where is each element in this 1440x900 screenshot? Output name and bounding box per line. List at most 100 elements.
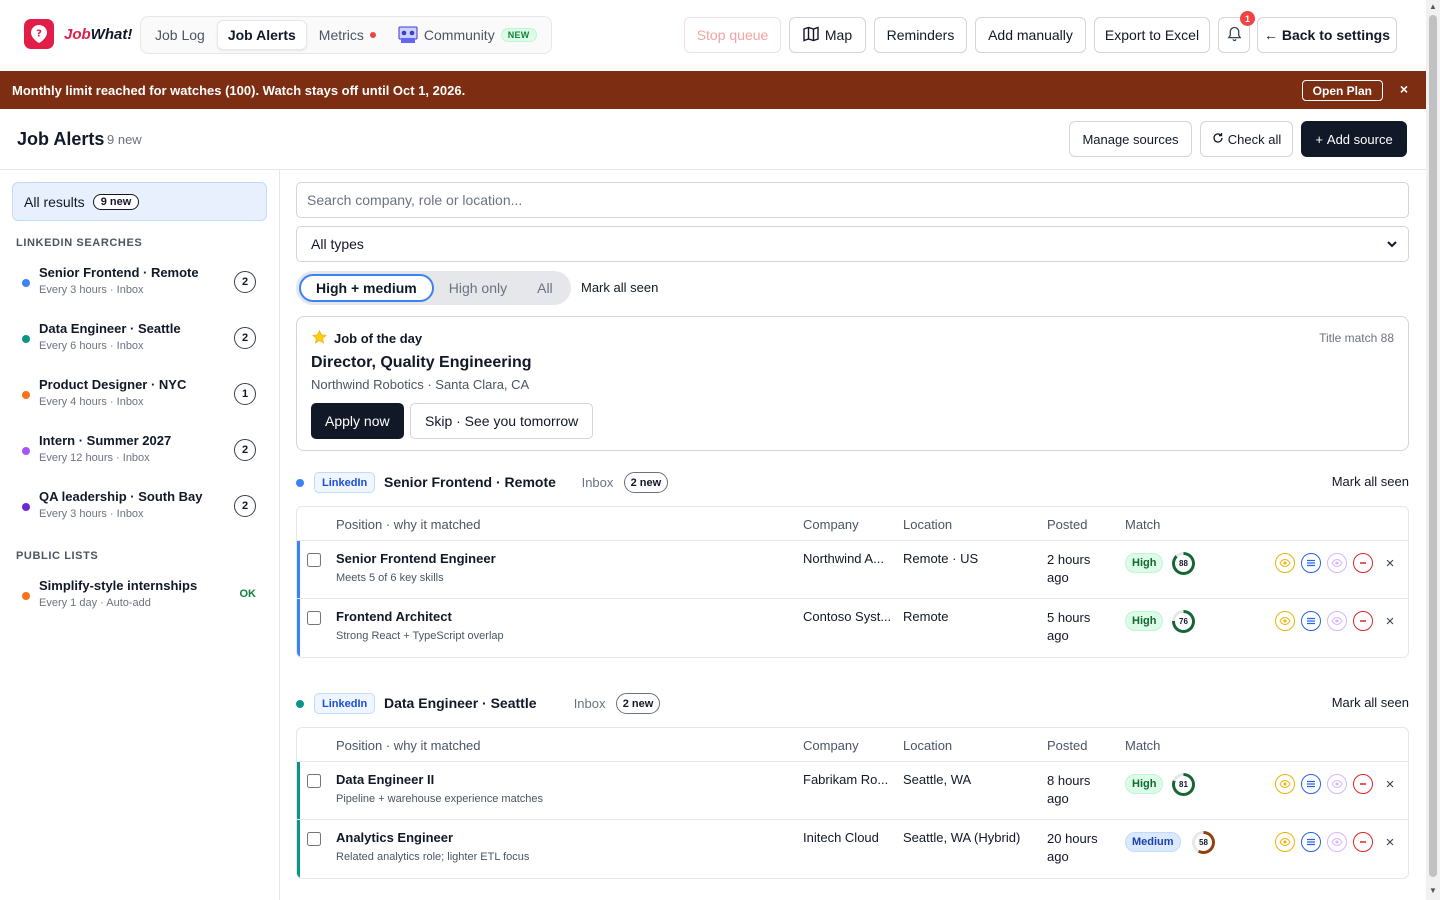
- search-input[interactable]: [296, 182, 1409, 218]
- sidebar-source-item[interactable]: Data Engineer · Seattle Every 6 hours · I…: [16, 321, 264, 365]
- refresh-icon: [1212, 132, 1224, 147]
- row-actions: ×: [1275, 553, 1397, 573]
- close-icon[interactable]: ×: [1383, 555, 1397, 572]
- close-icon[interactable]: ×: [1383, 613, 1397, 630]
- row-accent: [297, 541, 300, 598]
- hide-icon[interactable]: [1327, 774, 1347, 794]
- hide-icon[interactable]: [1327, 553, 1347, 573]
- source-new-count: 1: [234, 383, 256, 405]
- tab-job-log[interactable]: Job Log: [145, 20, 215, 50]
- limit-banner: Monthly limit reached for watches (100).…: [0, 71, 1426, 109]
- job-title[interactable]: Senior Frontend Engineer: [336, 551, 496, 566]
- source-color-dot: [22, 447, 30, 455]
- row-checkbox[interactable]: [307, 832, 321, 846]
- source-schedule: Every 4 hours · Inbox: [39, 396, 144, 408]
- group-mark-all-seen-button[interactable]: Mark all seen: [1332, 474, 1409, 489]
- logo-text: JobWhat!: [64, 25, 133, 43]
- job-title[interactable]: Frontend Architect: [336, 609, 452, 624]
- hide-icon[interactable]: [1327, 611, 1347, 631]
- mark-all-seen-button[interactable]: Mark all seen: [581, 280, 658, 295]
- match-level-badge: High: [1125, 774, 1164, 794]
- all-results-item[interactable]: All results 9 new: [12, 182, 267, 221]
- details-list-icon[interactable]: [1301, 774, 1321, 794]
- table-row[interactable]: Analytics Engineer Related analytics role…: [297, 820, 1408, 878]
- group-new-badge: 2 new: [623, 472, 669, 493]
- group-color-dot: [296, 479, 304, 487]
- reminders-button[interactable]: Reminders: [874, 17, 967, 53]
- view-icon[interactable]: [1275, 774, 1295, 794]
- stop-queue-button[interactable]: Stop queue: [684, 17, 781, 53]
- job-title[interactable]: Analytics Engineer: [336, 830, 453, 845]
- details-list-icon[interactable]: [1301, 611, 1321, 631]
- source-name: Product Designer · NYC: [39, 377, 187, 392]
- col-company: Company: [803, 738, 859, 753]
- page-scrollbar[interactable]: ▲ ▼: [1426, 0, 1440, 900]
- tab-job-alerts[interactable]: Job Alerts: [216, 20, 307, 50]
- banner-message: Monthly limit reached for watches (100).…: [12, 82, 466, 98]
- row-accent: [297, 599, 300, 657]
- match-score: 76: [1175, 613, 1192, 630]
- row-checkbox[interactable]: [307, 553, 321, 567]
- posted-time: 2 hours ago: [1047, 552, 1091, 585]
- segment-high-medium[interactable]: High + medium: [299, 274, 434, 302]
- view-icon[interactable]: [1275, 553, 1295, 573]
- view-icon[interactable]: [1275, 611, 1295, 631]
- add-source-button[interactable]: + Add source: [1301, 121, 1407, 157]
- community-new-badge: NEW: [500, 28, 537, 42]
- source-new-count: 2: [234, 327, 256, 349]
- sidebar-source-item[interactable]: Senior Frontend · Remote Every 3 hours · …: [16, 265, 264, 309]
- banner-close-icon[interactable]: ×: [1400, 81, 1408, 97]
- row-actions: ×: [1275, 832, 1397, 852]
- col-company: Company: [803, 517, 859, 532]
- dismiss-icon[interactable]: [1353, 611, 1373, 631]
- tab-metrics[interactable]: Metrics: [309, 20, 386, 50]
- col-position: Position · why it matched: [336, 517, 481, 532]
- apply-now-button[interactable]: Apply now: [311, 403, 404, 439]
- group-mark-all-seen-button[interactable]: Mark all seen: [1332, 695, 1409, 710]
- dismiss-icon[interactable]: [1353, 553, 1373, 573]
- view-icon[interactable]: [1275, 832, 1295, 852]
- results-table: Position · why it matched Company Location…: [296, 506, 1409, 658]
- back-to-settings-button[interactable]: ← Back to settings: [1257, 17, 1397, 53]
- row-checkbox[interactable]: [307, 774, 321, 788]
- close-icon[interactable]: ×: [1383, 776, 1397, 793]
- scroll-down-arrow-icon[interactable]: ▼: [1429, 886, 1437, 895]
- table-row[interactable]: Senior Frontend Engineer Meets 5 of 6 key…: [297, 541, 1408, 599]
- map-button[interactable]: Map: [789, 17, 866, 53]
- manage-sources-button[interactable]: Manage sources: [1069, 121, 1192, 157]
- job-location: Seattle, WA (Hybrid): [903, 830, 1021, 845]
- details-list-icon[interactable]: [1301, 832, 1321, 852]
- type-select[interactable]: All types: [296, 226, 1409, 262]
- match-filter-segmented: High + medium High only All: [296, 271, 571, 305]
- hide-icon[interactable]: [1327, 832, 1347, 852]
- row-actions: ×: [1275, 611, 1397, 631]
- source-name: QA leadership · South Bay: [39, 489, 203, 504]
- segment-all[interactable]: All: [522, 274, 568, 302]
- table-row[interactable]: Data Engineer II Pipeline + warehouse exp…: [297, 762, 1408, 820]
- segment-high-only[interactable]: High only: [434, 274, 522, 302]
- row-checkbox[interactable]: [307, 611, 321, 625]
- open-plan-button[interactable]: Open Plan: [1301, 80, 1383, 101]
- scrollbar-thumb[interactable]: [1429, 15, 1437, 877]
- sidebar-public-list-item[interactable]: Simplify-style internships Every 1 day · …: [16, 578, 264, 622]
- notifications-button[interactable]: 1: [1218, 11, 1255, 53]
- job-title[interactable]: Data Engineer II: [336, 772, 434, 787]
- details-list-icon[interactable]: [1301, 553, 1321, 573]
- skip-button[interactable]: Skip · See you tomorrow: [410, 403, 594, 439]
- match-score: 58: [1195, 834, 1212, 851]
- app-logo[interactable]: ? JobWhat!: [24, 19, 132, 49]
- tab-community[interactable]: Community NEW: [388, 20, 547, 50]
- add-manually-button[interactable]: Add manually: [975, 17, 1086, 53]
- dismiss-icon[interactable]: [1353, 774, 1373, 794]
- table-row[interactable]: Frontend Architect Strong React + TypeScr…: [297, 599, 1408, 657]
- sidebar-source-item[interactable]: QA leadership · South Bay Every 3 hours ·…: [16, 489, 264, 533]
- sidebar-source-item[interactable]: Intern · Summer 2027 Every 12 hours · Inb…: [16, 433, 264, 477]
- sidebar-source-item[interactable]: Product Designer · NYC Every 4 hours · In…: [16, 377, 264, 421]
- check-all-button[interactable]: Check all: [1200, 121, 1293, 157]
- job-of-the-day-label: Job of the day: [312, 329, 422, 347]
- dismiss-icon[interactable]: [1353, 832, 1373, 852]
- scroll-up-arrow-icon[interactable]: ▲: [1429, 2, 1437, 11]
- close-icon[interactable]: ×: [1383, 834, 1397, 851]
- export-excel-button[interactable]: Export to Excel: [1094, 17, 1210, 53]
- company-name: Contoso Syst...: [803, 609, 892, 624]
